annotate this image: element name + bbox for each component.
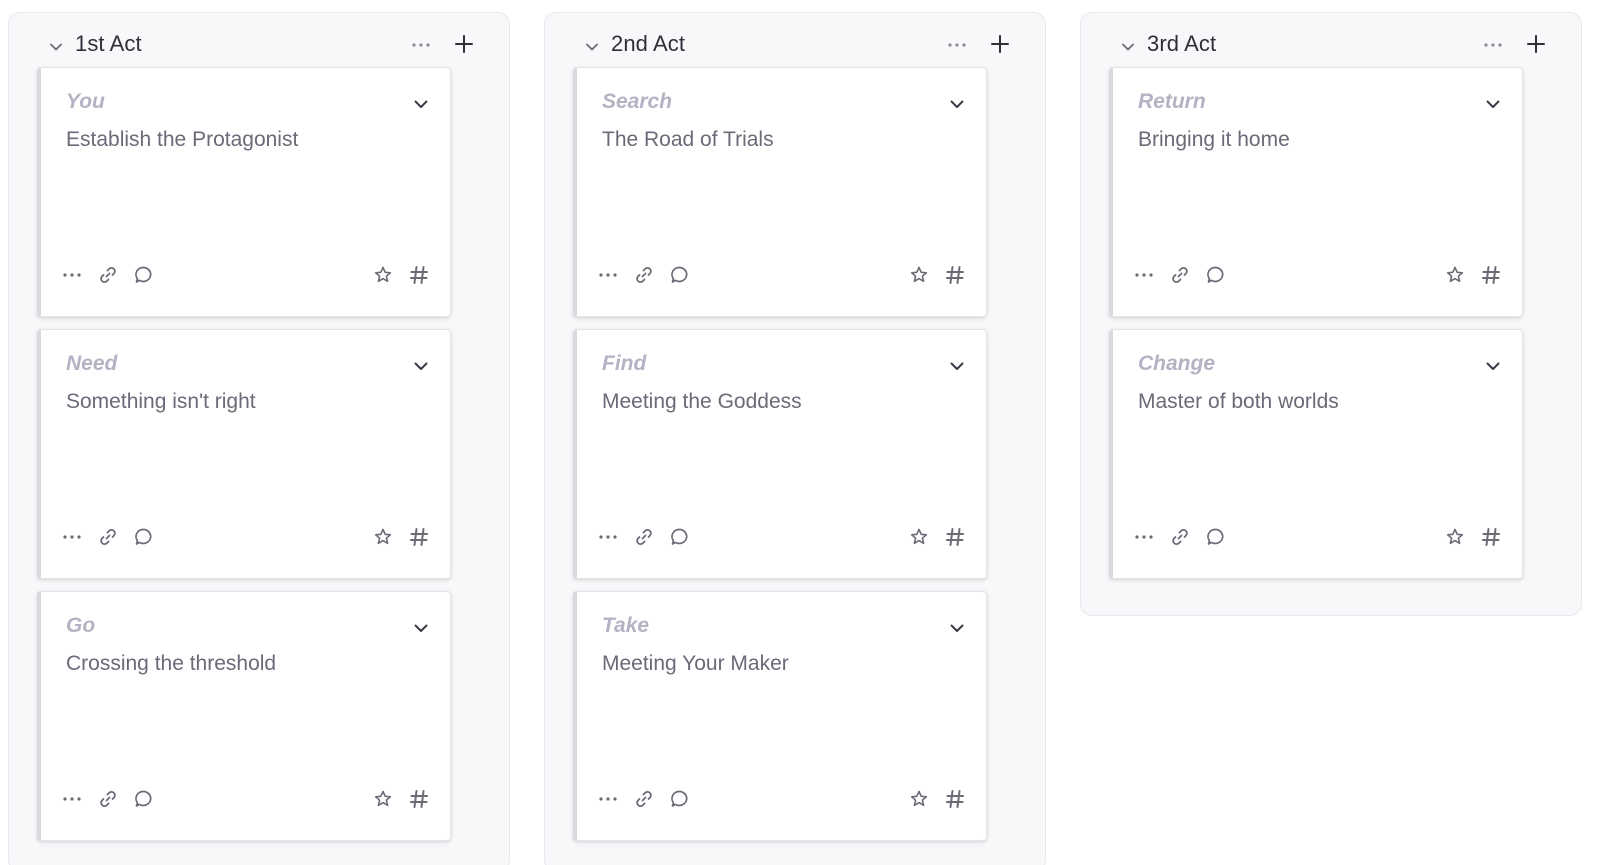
card[interactable]: You Establish the Protagonist (37, 67, 451, 317)
chevron-down-icon[interactable] (948, 619, 966, 637)
hash-icon[interactable] (944, 264, 966, 286)
card-footer (1113, 256, 1522, 316)
link-icon[interactable] (633, 264, 655, 286)
column-3rd-act: 3rd Act Return Bringing it home Change M… (1080, 12, 1582, 616)
card-title[interactable]: The Road of Trials (602, 128, 774, 152)
column-title: 3rd Act (1147, 31, 1217, 56)
plus-icon[interactable] (453, 33, 475, 55)
card-footer (41, 518, 450, 578)
card[interactable]: Return Bringing it home (1109, 67, 1523, 317)
card[interactable]: Change Master of both worlds (1109, 329, 1523, 579)
more-horizontal-icon[interactable] (1133, 264, 1155, 286)
more-horizontal-icon[interactable] (61, 788, 83, 810)
comment-icon[interactable] (133, 788, 155, 810)
link-icon[interactable] (1169, 526, 1191, 548)
chevron-down-icon[interactable] (948, 95, 966, 113)
card-title[interactable]: Something isn't right (66, 390, 256, 414)
comment-icon[interactable] (133, 264, 155, 286)
hash-icon[interactable] (408, 526, 430, 548)
card-footer (1113, 518, 1522, 578)
card-footer (577, 780, 986, 840)
card-label: Go (66, 614, 96, 637)
more-horizontal-icon[interactable] (597, 526, 619, 548)
card[interactable]: Go Crossing the threshold (37, 591, 451, 841)
card-title[interactable]: Master of both worlds (1138, 390, 1339, 414)
star-icon[interactable] (1444, 264, 1466, 286)
card-footer (577, 256, 986, 316)
card-footer (41, 256, 450, 316)
hash-icon[interactable] (408, 788, 430, 810)
chevron-down-icon[interactable] (1484, 357, 1502, 375)
card-title[interactable]: Meeting the Goddess (602, 390, 802, 414)
star-icon[interactable] (908, 788, 930, 810)
column-title: 2nd Act (611, 31, 686, 56)
card-label: Need (66, 352, 118, 375)
chevron-down-icon[interactable] (412, 357, 430, 375)
column-2nd-act: 2nd Act Search The Road of Trials Find M… (544, 12, 1046, 865)
comment-icon[interactable] (1205, 264, 1227, 286)
board: 1st Act You Establish the Protagonist Ne… (0, 0, 1600, 865)
comment-icon[interactable] (669, 788, 691, 810)
card-label: Find (602, 352, 647, 375)
column-header: 2nd Act (545, 13, 1045, 69)
hash-icon[interactable] (1480, 526, 1502, 548)
more-horizontal-icon[interactable] (597, 788, 619, 810)
column-header: 3rd Act (1081, 13, 1581, 69)
link-icon[interactable] (633, 526, 655, 548)
star-icon[interactable] (372, 526, 394, 548)
more-horizontal-icon[interactable] (61, 264, 83, 286)
card-title[interactable]: Bringing it home (1138, 128, 1290, 152)
link-icon[interactable] (97, 264, 119, 286)
card-title[interactable]: Crossing the threshold (66, 652, 276, 676)
card-label: You (66, 90, 105, 113)
chevron-down-icon[interactable] (583, 38, 601, 56)
hash-icon[interactable] (1480, 264, 1502, 286)
more-horizontal-icon[interactable] (597, 264, 619, 286)
more-horizontal-icon[interactable] (945, 35, 969, 55)
link-icon[interactable] (633, 788, 655, 810)
link-icon[interactable] (1169, 264, 1191, 286)
card-label: Return (1138, 90, 1206, 113)
card-label: Change (1138, 352, 1216, 375)
hash-icon[interactable] (408, 264, 430, 286)
chevron-down-icon[interactable] (1119, 38, 1137, 56)
column-title: 1st Act (75, 31, 142, 56)
chevron-down-icon[interactable] (948, 357, 966, 375)
card-title[interactable]: Establish the Protagonist (66, 128, 298, 152)
chevron-down-icon[interactable] (412, 95, 430, 113)
card[interactable]: Take Meeting Your Maker (573, 591, 987, 841)
more-horizontal-icon[interactable] (409, 35, 433, 55)
column-header: 1st Act (9, 13, 509, 69)
plus-icon[interactable] (1525, 33, 1547, 55)
card[interactable]: Search The Road of Trials (573, 67, 987, 317)
chevron-down-icon[interactable] (1484, 95, 1502, 113)
hash-icon[interactable] (944, 788, 966, 810)
chevron-down-icon[interactable] (47, 38, 65, 56)
more-horizontal-icon[interactable] (1481, 35, 1505, 55)
comment-icon[interactable] (669, 526, 691, 548)
star-icon[interactable] (908, 526, 930, 548)
link-icon[interactable] (97, 526, 119, 548)
chevron-down-icon[interactable] (412, 619, 430, 637)
comment-icon[interactable] (669, 264, 691, 286)
comment-icon[interactable] (1205, 526, 1227, 548)
link-icon[interactable] (97, 788, 119, 810)
star-icon[interactable] (372, 264, 394, 286)
comment-icon[interactable] (133, 526, 155, 548)
card-label: Take (602, 614, 650, 637)
more-horizontal-icon[interactable] (61, 526, 83, 548)
star-icon[interactable] (908, 264, 930, 286)
plus-icon[interactable] (989, 33, 1011, 55)
card[interactable]: Need Something isn't right (37, 329, 451, 579)
card-footer (577, 518, 986, 578)
card[interactable]: Find Meeting the Goddess (573, 329, 987, 579)
more-horizontal-icon[interactable] (1133, 526, 1155, 548)
hash-icon[interactable] (944, 526, 966, 548)
card-label: Search (602, 90, 673, 113)
star-icon[interactable] (372, 788, 394, 810)
column-1st-act: 1st Act You Establish the Protagonist Ne… (8, 12, 510, 865)
card-title[interactable]: Meeting Your Maker (602, 652, 789, 676)
star-icon[interactable] (1444, 526, 1466, 548)
card-footer (41, 780, 450, 840)
